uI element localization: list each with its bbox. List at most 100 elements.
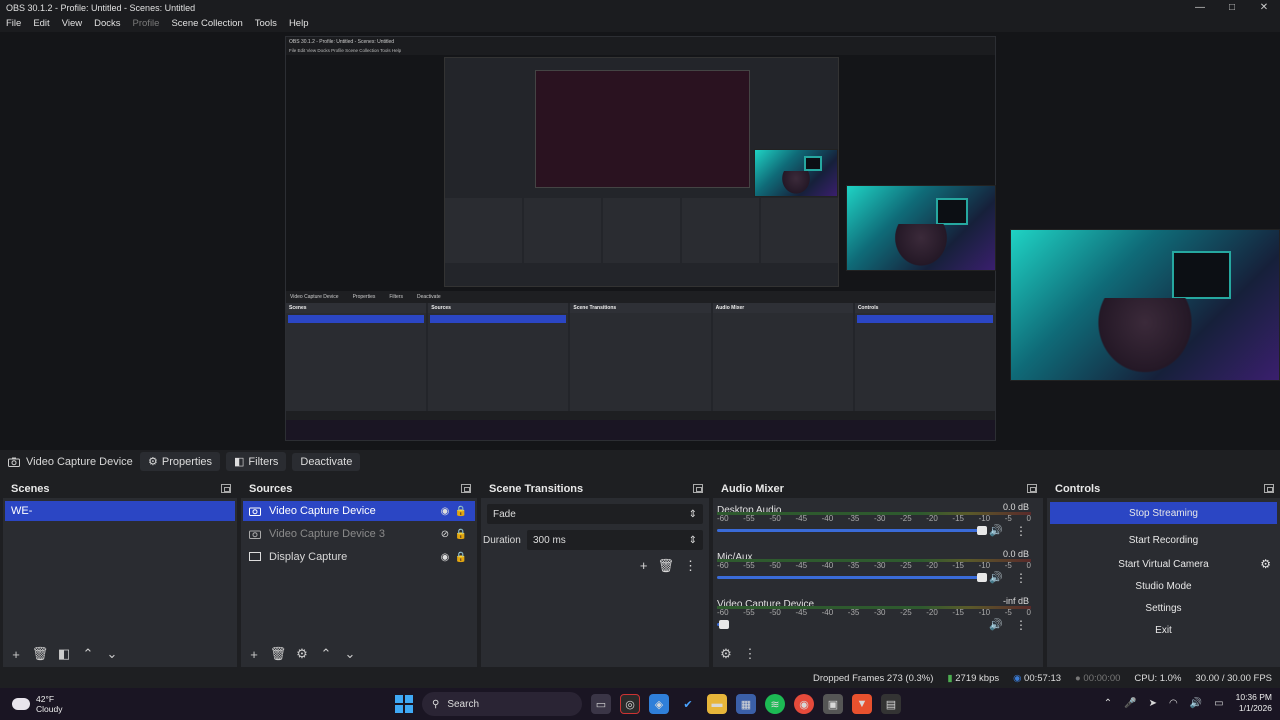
move-down-icon[interactable]: ⌄ (103, 645, 121, 663)
maximize-button[interactable]: □ (1216, 2, 1248, 13)
terminal-icon[interactable]: ▤ (881, 694, 901, 714)
taskbar: 42°F Cloudy ⚲ Search ▭ ◎ ◈ ✔ ▬ ▦ ≋ ◉ ▣ ▼… (0, 688, 1280, 720)
speaker-icon[interactable]: 🔊 (989, 524, 1003, 537)
menu-docks[interactable]: Docks (88, 18, 126, 29)
duration-input[interactable]: 300 ms ⇕ (527, 530, 703, 550)
menu-tools[interactable]: Tools (249, 18, 283, 29)
todo-icon[interactable]: ✔ (678, 694, 698, 714)
webcam-person (891, 223, 951, 270)
trash-icon[interactable]: 🗑 (31, 645, 49, 663)
exit-button[interactable]: Exit (1050, 620, 1277, 640)
mixer-header: Audio Mixer (713, 479, 1043, 498)
volume-slider-handle[interactable] (977, 526, 987, 535)
copilot-icon[interactable]: ◈ (649, 694, 669, 714)
gear-icon[interactable]: ⚙ (293, 645, 311, 663)
store-icon[interactable]: ▦ (736, 694, 756, 714)
undock-icon[interactable] (221, 484, 231, 493)
move-down-icon[interactable]: ⌄ (341, 645, 359, 663)
windows-start-icon[interactable] (395, 695, 413, 713)
task-view-icon[interactable]: ▭ (591, 694, 611, 714)
location-icon[interactable]: ➤ (1149, 698, 1157, 709)
more-icon[interactable]: ⋮ (1015, 618, 1027, 632)
lock-icon[interactable]: 🔒 (453, 552, 469, 563)
move-up-icon[interactable]: ⌃ (79, 645, 97, 663)
menu-profile[interactable]: Profile (127, 18, 166, 29)
duration-row: Duration 300 ms ⇕ (483, 530, 703, 550)
source-item[interactable]: Video Capture Device 3 ⊘ 🔒 (243, 524, 475, 544)
start-virtual-camera-button[interactable]: Start Virtual Camera ⚙ (1050, 554, 1277, 574)
hidden-eye-icon[interactable]: ⊘ (437, 529, 453, 540)
stop-streaming-button[interactable]: Stop Streaming (1050, 502, 1277, 524)
monitor-icon (249, 552, 261, 561)
trash-icon[interactable]: 🗑 (657, 558, 674, 574)
start-recording-button[interactable]: Start Recording (1050, 530, 1277, 550)
volume-slider-handle[interactable] (977, 573, 987, 582)
clock[interactable]: 10:36 PM 1/1/2026 (1236, 692, 1272, 714)
undock-icon[interactable] (1264, 484, 1274, 493)
preview-canvas[interactable]: OBS 30.1.2 - Profile: Untitled - Scenes:… (0, 32, 1280, 450)
webcam-feed (1010, 229, 1280, 381)
meter-tick-label: -20 (926, 561, 938, 570)
more-icon[interactable]: ⋮ (684, 558, 697, 574)
menu-edit[interactable]: Edit (27, 18, 55, 29)
gear-icon[interactable]: ⚙ (1260, 557, 1271, 571)
scene-item[interactable]: WE- (5, 501, 235, 521)
file-explorer-icon[interactable]: ▬ (707, 694, 727, 714)
menu-file[interactable]: File (0, 18, 27, 29)
chevron-up-icon[interactable]: ⌃ (1104, 698, 1112, 709)
move-up-icon[interactable]: ⌃ (317, 645, 335, 663)
audio-mixer-dock: Audio Mixer Desktop Audio 0.0 dB -60 -55-… (713, 479, 1043, 667)
undock-icon[interactable] (461, 484, 471, 493)
settings-button[interactable]: Settings (1050, 598, 1277, 618)
obs-icon[interactable]: ◎ (620, 694, 640, 714)
taskbar-search[interactable]: ⚲ Search (422, 692, 582, 716)
menu-view[interactable]: View (56, 18, 88, 29)
deactivate-button[interactable]: Deactivate (292, 452, 361, 471)
brave-icon[interactable]: ▼ (852, 694, 872, 714)
visibility-eye-icon[interactable]: ◉ (437, 552, 453, 563)
more-icon[interactable]: ⋮ (741, 645, 759, 663)
chrome-icon[interactable]: ◉ (794, 694, 814, 714)
volume-icon[interactable]: 🔊 (1190, 698, 1202, 709)
lock-icon[interactable]: 🔒 (453, 529, 469, 540)
speaker-icon[interactable]: 🔊 (989, 571, 1003, 584)
gear-icon[interactable]: ⚙ (717, 645, 735, 663)
visibility-eye-icon[interactable]: ◉ (437, 506, 453, 517)
volume-slider-handle[interactable] (719, 620, 729, 629)
studio-mode-button[interactable]: Studio Mode (1050, 576, 1277, 596)
add-icon[interactable]: + (245, 645, 263, 663)
volume-slider[interactable] (717, 529, 981, 532)
bitrate: 2719 kbps (955, 672, 1000, 684)
properties-button[interactable]: ⚙ Properties (140, 452, 221, 471)
app-icon[interactable]: ▣ (823, 694, 843, 714)
weather-widget[interactable]: 42°F Cloudy (0, 694, 200, 714)
speaker-icon[interactable]: 🔊 (989, 618, 1003, 631)
spotify-icon[interactable]: ≋ (765, 694, 785, 714)
wifi-icon[interactable]: ◠ (1169, 698, 1178, 709)
scene-name: WE- (11, 505, 33, 517)
add-icon[interactable]: + (7, 645, 25, 663)
undock-icon[interactable] (693, 484, 703, 493)
trash-icon[interactable]: 🗑 (269, 645, 287, 663)
deep-panel (761, 198, 838, 263)
mixer-channel: Video Capture Device -inf dB -60 -55 -50 -4… (717, 596, 1037, 639)
microphone-icon[interactable]: 🎤 (1124, 698, 1136, 709)
more-icon[interactable]: ⋮ (1015, 524, 1027, 538)
source-item[interactable]: Display Capture ◉ 🔒 (243, 547, 475, 567)
source-item[interactable]: Video Capture Device ◉ 🔒 (243, 501, 475, 521)
menu-help[interactable]: Help (283, 18, 315, 29)
add-icon[interactable]: + (640, 558, 648, 574)
close-button[interactable]: ✕ (1248, 2, 1280, 13)
deep-panel (524, 198, 601, 263)
menu-scene-collection[interactable]: Scene Collection (165, 18, 248, 29)
transition-select[interactable]: Fade ⇕ (487, 504, 703, 524)
volume-slider[interactable] (717, 576, 981, 579)
lock-icon[interactable]: 🔒 (453, 506, 469, 517)
selected-source: Video Capture Device (0, 456, 140, 468)
undock-icon[interactable] (1027, 484, 1037, 493)
more-icon[interactable]: ⋮ (1015, 571, 1027, 585)
filter-icon[interactable]: ◧ (55, 645, 73, 663)
battery-icon[interactable]: ▭ (1214, 698, 1223, 709)
minimize-button[interactable]: — (1184, 2, 1216, 13)
filters-button[interactable]: ◧ Filters (226, 452, 287, 471)
